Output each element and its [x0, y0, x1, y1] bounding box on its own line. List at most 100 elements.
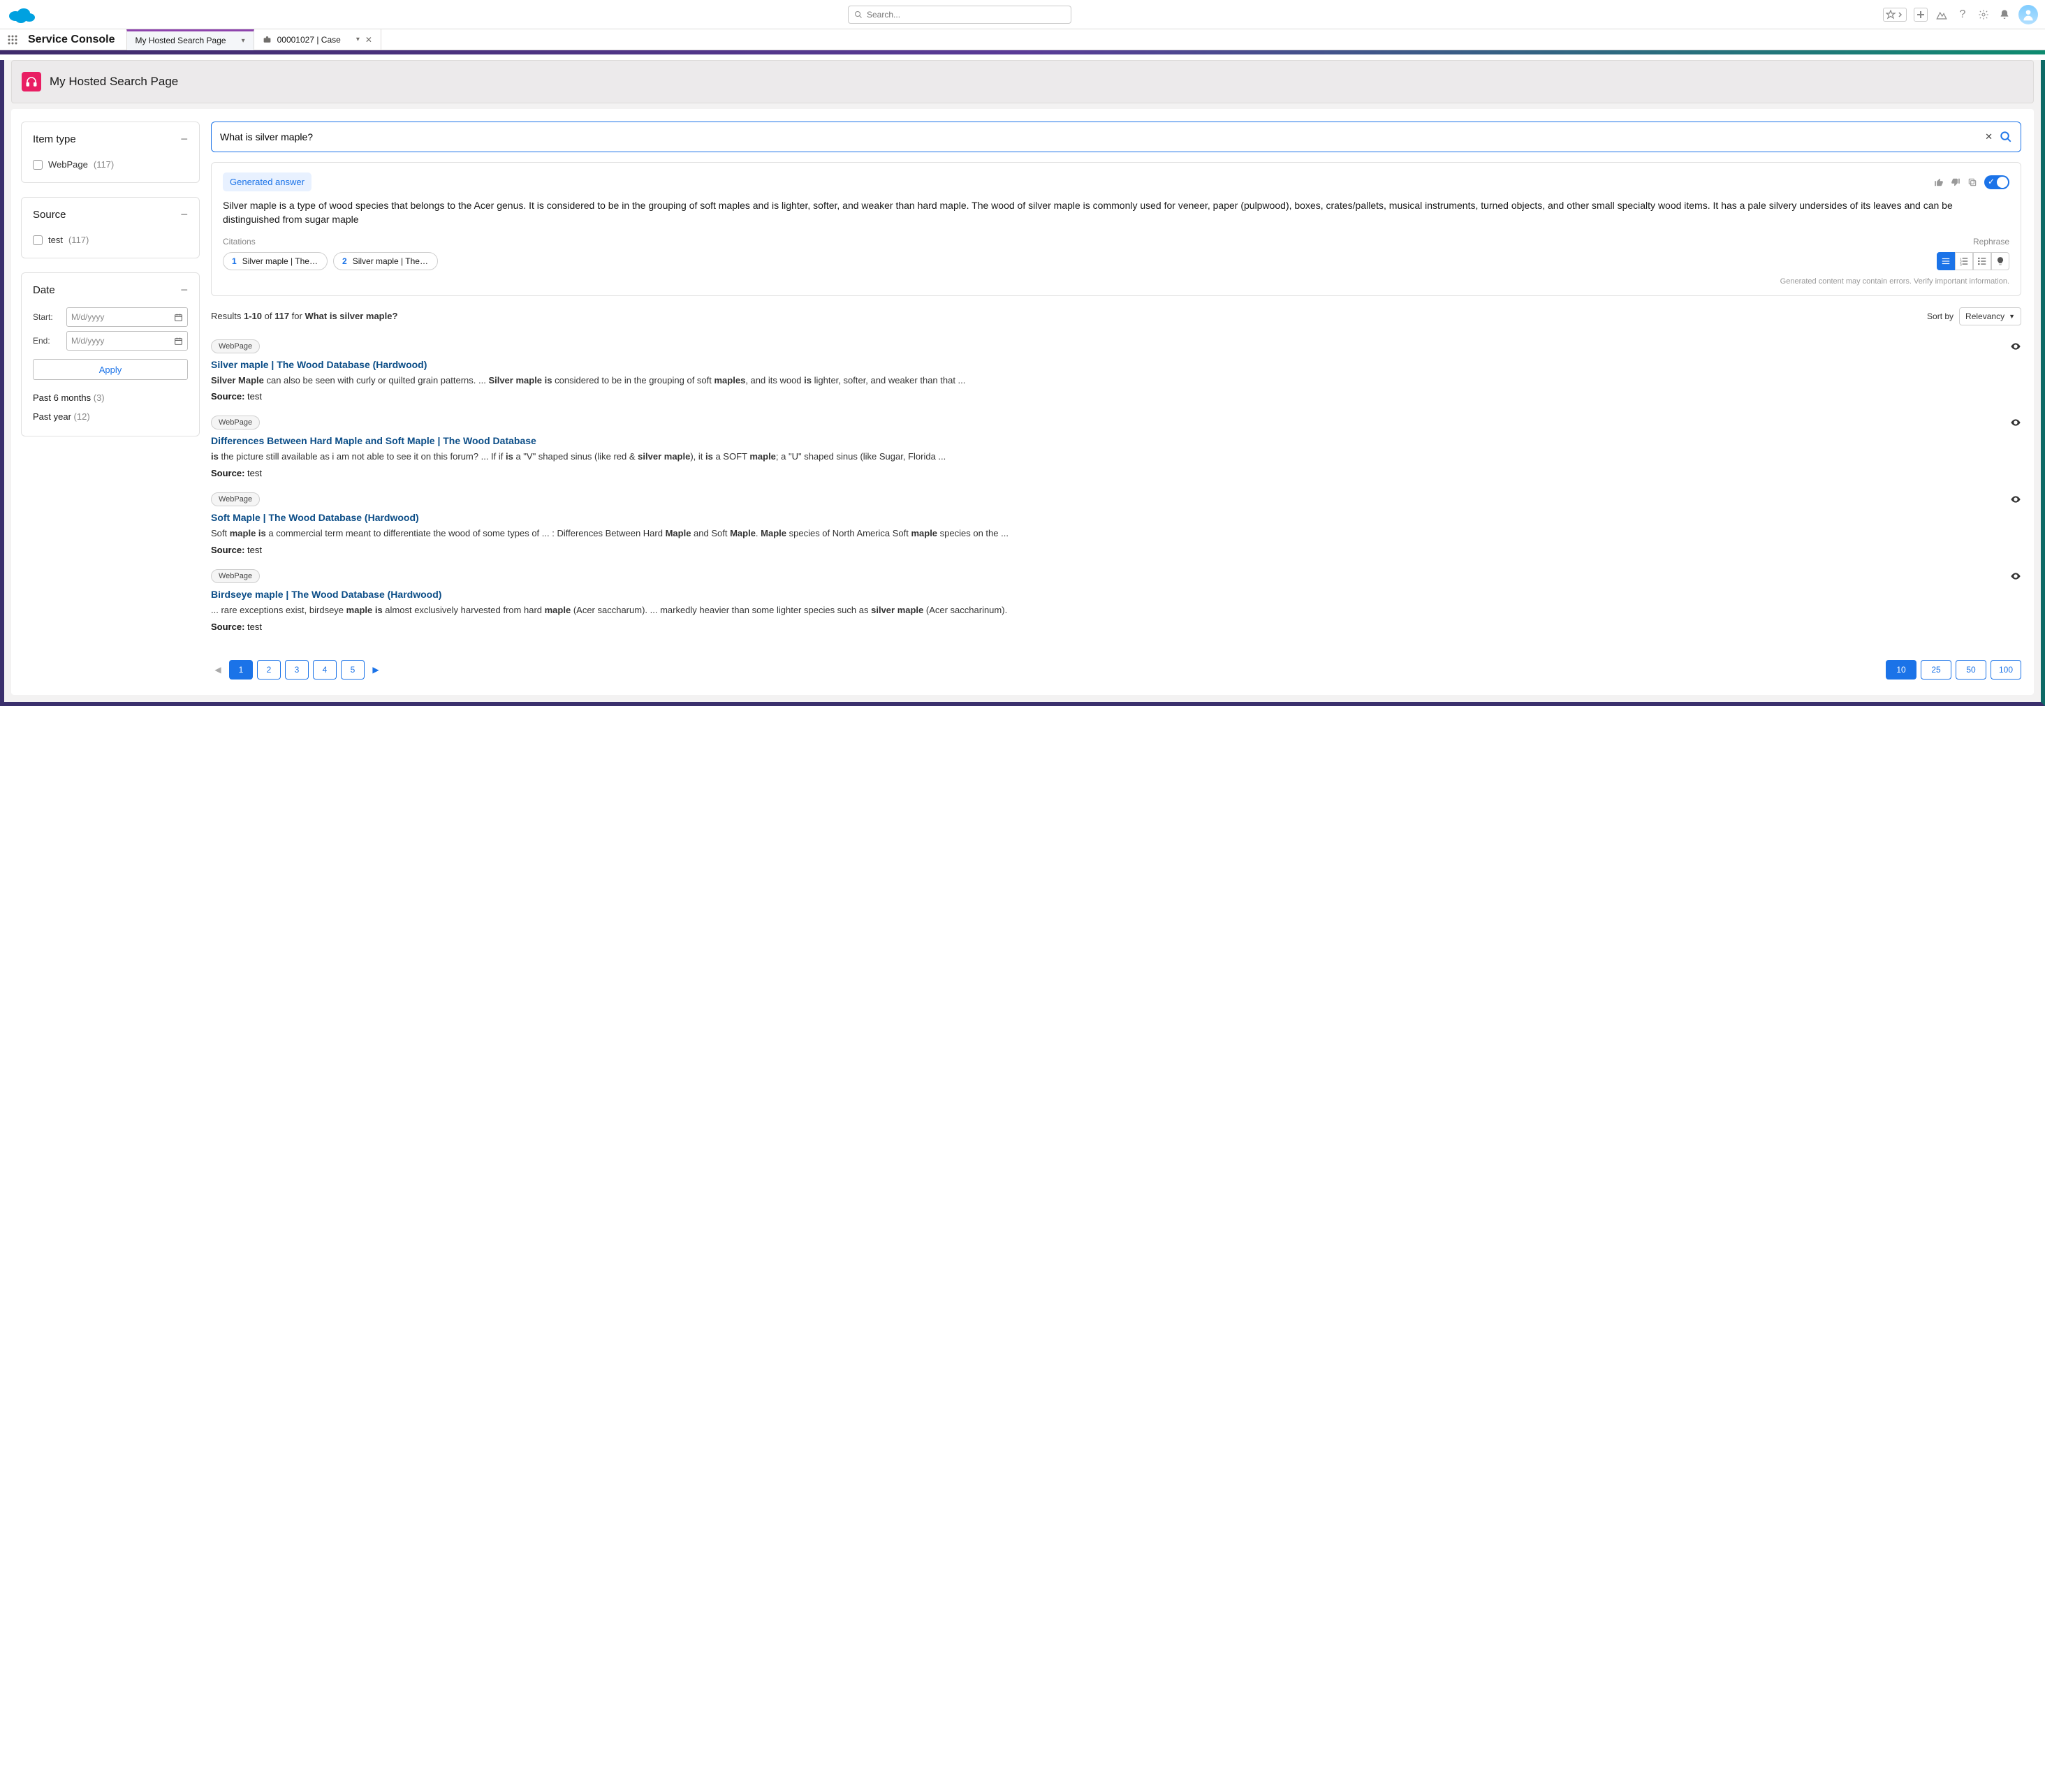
rephrase-steps-button[interactable]: 123 [1955, 252, 1973, 270]
result-item: WebPage Silver maple | The Wood Database… [211, 335, 2021, 412]
facet-source: Source − test (117) [21, 197, 200, 258]
add-icon[interactable] [1914, 8, 1928, 22]
citation-chip[interactable]: 1 Silver maple | The ... [223, 252, 328, 270]
trailhead-icon[interactable] [1935, 8, 1949, 22]
help-icon[interactable]: ? [1956, 8, 1970, 22]
result-snippet: is the picture still available as i am n… [211, 450, 2021, 464]
result-title[interactable]: Soft Maple | The Wood Database (Hardwood… [211, 512, 2021, 523]
facet-option[interactable]: Past 6 months (3) [33, 388, 188, 407]
page-size: 102550100 [1886, 660, 2021, 680]
search-icon[interactable] [2000, 131, 2012, 143]
preview-icon[interactable] [2010, 417, 2021, 428]
thumbs-up-icon[interactable] [1934, 177, 1944, 187]
page-size-button[interactable]: 10 [1886, 660, 1916, 680]
page-button[interactable]: 3 [285, 660, 309, 680]
chevron-down-icon: ▼ [2009, 313, 2015, 320]
notification-icon[interactable] [1998, 8, 2011, 22]
calendar-icon[interactable] [174, 313, 183, 322]
copy-icon[interactable] [1967, 177, 1977, 187]
main-content: ✕ Generated answer ✓ Silver maple is a t… [211, 122, 2034, 680]
avatar[interactable] [2018, 5, 2038, 24]
chevron-down-icon[interactable]: ▾ [242, 37, 245, 45]
generated-badge: Generated answer [223, 172, 311, 191]
page-size-button[interactable]: 100 [1991, 660, 2021, 680]
generated-text: Silver maple is a type of wood species t… [223, 198, 2009, 227]
chevron-down-icon[interactable]: ▾ [356, 36, 360, 43]
prev-page-button[interactable]: ◀ [211, 660, 225, 680]
result-badge: WebPage [211, 416, 260, 429]
sort-value: Relevancy [1965, 311, 2004, 321]
result-title[interactable]: Birdseye maple | The Wood Database (Hard… [211, 589, 2021, 600]
app-launcher-icon[interactable] [0, 34, 25, 45]
result-source: Source: test [211, 468, 2021, 478]
page-size-button[interactable]: 25 [1921, 660, 1951, 680]
favorites-icon[interactable] [1883, 8, 1907, 22]
briefcase-icon [263, 35, 272, 44]
sort-label: Sort by [1927, 311, 1954, 321]
gear-icon[interactable] [1977, 8, 1991, 22]
page-button[interactable]: 4 [313, 660, 337, 680]
checkbox[interactable] [33, 160, 43, 170]
start-date-input[interactable]: M/d/yyyy [66, 307, 188, 327]
collapse-icon[interactable]: − [180, 283, 188, 298]
result-snippet: ... rare exceptions exist, birdseye mapl… [211, 604, 2021, 617]
citation-num: 2 [342, 256, 347, 266]
facets-sidebar: Item type − WebPage (117) Source − test [11, 122, 200, 680]
rephrase-default-button[interactable] [1937, 252, 1955, 270]
preview-icon[interactable] [2010, 341, 2021, 352]
calendar-icon[interactable] [174, 337, 183, 346]
collapse-icon[interactable]: − [180, 132, 188, 147]
facet-count: (12) [74, 411, 90, 422]
result-snippet: Soft maple is a commercial term meant to… [211, 527, 2021, 541]
result-snippet: Silver Maple can also be seen with curly… [211, 374, 2021, 388]
facet-option[interactable]: Past year (12) [33, 407, 188, 426]
results-meta: Results 1-10 of 117 for What is silver m… [211, 307, 2021, 325]
tab-hosted-search[interactable]: My Hosted Search Page ▾ [126, 29, 254, 50]
result-item: WebPage Birdseye maple | The Wood Databa… [211, 565, 2021, 642]
global-search[interactable] [848, 6, 1071, 24]
generated-answer-card: Generated answer ✓ Silver maple is a typ… [211, 162, 2021, 296]
page-button[interactable]: 2 [257, 660, 281, 680]
facet-option[interactable]: test (117) [33, 232, 188, 248]
facet-option[interactable]: WebPage (117) [33, 156, 188, 172]
date-placeholder: M/d/yyyy [71, 312, 104, 322]
page-size-button[interactable]: 50 [1956, 660, 1986, 680]
checkbox[interactable] [33, 235, 43, 245]
salesforce-logo [7, 5, 36, 24]
tab-case[interactable]: 00001027 | Case ▾ ✕ [254, 29, 381, 50]
rephrase-bullets-button[interactable] [1973, 252, 1991, 270]
search-input[interactable] [220, 131, 1978, 142]
facet-title: Item type [33, 133, 76, 145]
global-header: ? [0, 0, 2045, 29]
collapse-icon[interactable]: − [180, 207, 188, 222]
clear-icon[interactable]: ✕ [1985, 131, 1993, 142]
facet-date: Date − Start: M/d/yyyy End: M/d/yyyy [21, 272, 200, 436]
close-icon[interactable]: ✕ [365, 35, 372, 45]
facet-label: test [48, 235, 63, 245]
result-title[interactable]: Differences Between Hard Maple and Soft … [211, 435, 2021, 446]
global-search-input[interactable] [867, 10, 1065, 20]
next-page-button[interactable]: ▶ [369, 660, 383, 680]
citation-chip[interactable]: 2 Silver maple | The ... [333, 252, 438, 270]
answer-toggle[interactable]: ✓ [1984, 175, 2009, 189]
facet-label: Past 6 months [33, 392, 91, 403]
sort-select[interactable]: Relevancy ▼ [1959, 307, 2021, 325]
result-source: Source: test [211, 622, 2021, 632]
end-date-input[interactable]: M/d/yyyy [66, 331, 188, 351]
thumbs-down-icon[interactable] [1951, 177, 1960, 187]
page-button[interactable]: 1 [229, 660, 253, 680]
result-source: Source: test [211, 545, 2021, 555]
preview-icon[interactable] [2010, 571, 2021, 582]
apply-button[interactable]: Apply [33, 359, 188, 380]
start-label: Start: [33, 312, 61, 322]
tab-label: My Hosted Search Page [135, 36, 226, 45]
citation-label: Silver maple | The ... [353, 256, 429, 266]
page-button[interactable]: 5 [341, 660, 365, 680]
headset-icon [22, 72, 41, 91]
result-item: WebPage Soft Maple | The Wood Database (… [211, 488, 2021, 565]
preview-icon[interactable] [2010, 494, 2021, 505]
rephrase-idea-button[interactable] [1991, 252, 2009, 270]
app-nav: Service Console My Hosted Search Page ▾ … [0, 29, 2045, 50]
pagination: ◀ 12345 ▶ [211, 660, 383, 680]
result-title[interactable]: Silver maple | The Wood Database (Hardwo… [211, 359, 2021, 370]
